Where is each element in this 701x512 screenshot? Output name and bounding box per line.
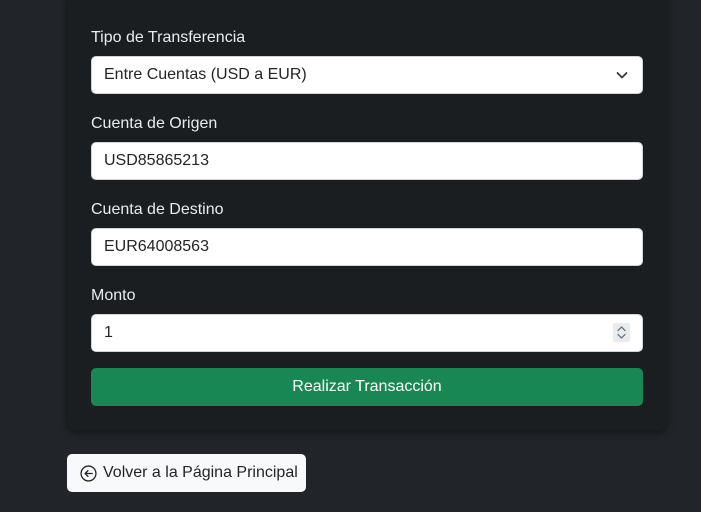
transfer-type-selected-value: Entre Cuentas (USD a EUR) [104, 66, 307, 83]
amount-label: Monto [91, 287, 136, 304]
arrow-left-circle-icon [80, 465, 97, 482]
submit-transaction-button[interactable]: Realizar Transacción [91, 368, 643, 406]
transfer-type-select[interactable]: Entre Cuentas (USD a EUR) [91, 56, 643, 94]
origin-account-input[interactable]: USD85865213 [91, 142, 643, 180]
amount-input[interactable]: 1 [91, 314, 643, 352]
transfer-type-label: Tipo de Transferencia [91, 29, 246, 46]
origin-account-value: USD85865213 [104, 152, 209, 169]
number-spinner[interactable] [613, 323, 630, 342]
origin-account-label: Cuenta de Origen [91, 115, 218, 132]
amount-value: 1 [104, 324, 113, 341]
chevron-down-icon [616, 72, 628, 79]
destination-account-input[interactable]: EUR64008563 [91, 228, 643, 266]
destination-account-label: Cuenta de Destino [91, 201, 224, 218]
back-button-label: Volver a la Página Principal [103, 464, 298, 481]
back-to-home-button[interactable]: Volver a la Página Principal [67, 454, 306, 492]
destination-account-value: EUR64008563 [104, 238, 209, 255]
